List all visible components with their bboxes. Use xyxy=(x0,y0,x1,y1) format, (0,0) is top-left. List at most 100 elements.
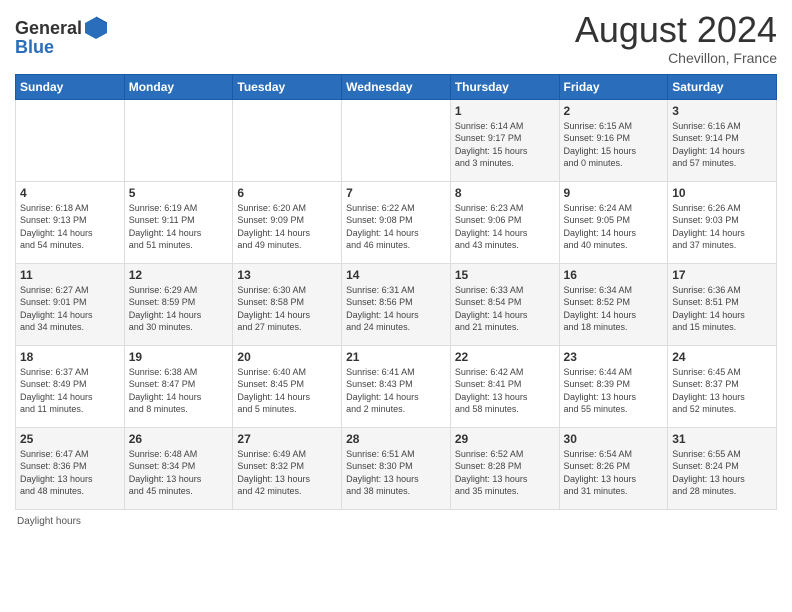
day-info: Sunrise: 6:55 AM Sunset: 8:24 PM Dayligh… xyxy=(672,448,772,498)
calendar-cell: 29Sunrise: 6:52 AM Sunset: 8:28 PM Dayli… xyxy=(450,427,559,509)
col-thursday: Thursday xyxy=(450,74,559,99)
day-info: Sunrise: 6:34 AM Sunset: 8:52 PM Dayligh… xyxy=(564,284,664,334)
day-info: Sunrise: 6:22 AM Sunset: 9:08 PM Dayligh… xyxy=(346,202,446,252)
day-info: Sunrise: 6:24 AM Sunset: 9:05 PM Dayligh… xyxy=(564,202,664,252)
day-number: 28 xyxy=(346,432,446,446)
calendar-cell: 2Sunrise: 6:15 AM Sunset: 9:16 PM Daylig… xyxy=(559,99,668,181)
header: General Blue August 2024 Chevillon, Fran… xyxy=(15,10,777,66)
day-info: Sunrise: 6:30 AM Sunset: 8:58 PM Dayligh… xyxy=(237,284,337,334)
col-monday: Monday xyxy=(124,74,233,99)
day-number: 11 xyxy=(20,268,120,282)
day-info: Sunrise: 6:31 AM Sunset: 8:56 PM Dayligh… xyxy=(346,284,446,334)
day-number: 17 xyxy=(672,268,772,282)
day-number: 15 xyxy=(455,268,555,282)
col-saturday: Saturday xyxy=(668,74,777,99)
day-info: Sunrise: 6:37 AM Sunset: 8:49 PM Dayligh… xyxy=(20,366,120,416)
calendar-cell: 18Sunrise: 6:37 AM Sunset: 8:49 PM Dayli… xyxy=(16,345,125,427)
day-number: 10 xyxy=(672,186,772,200)
calendar-cell: 3 Sunrise: 6:16 AM Sunset: 9:14 PM Daylig… xyxy=(668,99,777,181)
day-number: 24 xyxy=(672,350,772,364)
day-info: Sunrise: 6:29 AM Sunset: 8:59 PM Dayligh… xyxy=(129,284,229,334)
day-info: Sunrise: 6:16 AM Sunset: 9:14 PM Dayligh… xyxy=(672,120,772,170)
calendar-cell: 26 Sunrise: 6:48 AM Sunset: 8:34 PM Dayli… xyxy=(124,427,233,509)
col-friday: Friday xyxy=(559,74,668,99)
day-number: 8 xyxy=(455,186,555,200)
logo-blue-text: Blue xyxy=(15,37,54,58)
col-tuesday: Tuesday xyxy=(233,74,342,99)
day-info: Sunrise: 6:19 AM Sunset: 9:11 PM Dayligh… xyxy=(129,202,229,252)
calendar-cell: 10 Sunrise: 6:26 AM Sunset: 9:03 PM Dayli… xyxy=(668,181,777,263)
location: Chevillon, France xyxy=(575,50,777,66)
calendar-cell: 9 Sunrise: 6:24 AM Sunset: 9:05 PM Daylig… xyxy=(559,181,668,263)
day-number: 5 xyxy=(129,186,229,200)
calendar-cell: 17Sunrise: 6:36 AM Sunset: 8:51 PM Dayli… xyxy=(668,263,777,345)
day-number: 22 xyxy=(455,350,555,364)
day-number: 2 xyxy=(564,104,664,118)
calendar-cell: 13 Sunrise: 6:30 AM Sunset: 8:58 PM Dayli… xyxy=(233,263,342,345)
day-number: 26 xyxy=(129,432,229,446)
calendar-cell: 15Sunrise: 6:33 AM Sunset: 8:54 PM Dayli… xyxy=(450,263,559,345)
day-info: Sunrise: 6:51 AM Sunset: 8:30 PM Dayligh… xyxy=(346,448,446,498)
day-number: 19 xyxy=(129,350,229,364)
day-number: 7 xyxy=(346,186,446,200)
day-number: 21 xyxy=(346,350,446,364)
day-number: 12 xyxy=(129,268,229,282)
day-number: 1 xyxy=(455,104,555,118)
page-container: General Blue August 2024 Chevillon, Fran… xyxy=(0,0,792,537)
week-row-2: 4 Sunrise: 6:18 AM Sunset: 9:13 PM Daylig… xyxy=(16,181,777,263)
day-number: 16 xyxy=(564,268,664,282)
logo-general-text: General xyxy=(15,18,82,39)
logo-icon xyxy=(83,15,109,41)
day-number: 3 xyxy=(672,104,772,118)
calendar-cell: 12 Sunrise: 6:29 AM Sunset: 8:59 PM Dayli… xyxy=(124,263,233,345)
calendar-cell: 7 Sunrise: 6:22 AM Sunset: 9:08 PM Daylig… xyxy=(342,181,451,263)
calendar-cell: 1 Sunrise: 6:14 AM Sunset: 9:17 PM Daylig… xyxy=(450,99,559,181)
day-info: Sunrise: 6:18 AM Sunset: 9:13 PM Dayligh… xyxy=(20,202,120,252)
calendar-cell: 25Sunrise: 6:47 AM Sunset: 8:36 PM Dayli… xyxy=(16,427,125,509)
week-row-3: 11Sunrise: 6:27 AM Sunset: 9:01 PM Dayli… xyxy=(16,263,777,345)
calendar-cell xyxy=(342,99,451,181)
week-row-4: 18Sunrise: 6:37 AM Sunset: 8:49 PM Dayli… xyxy=(16,345,777,427)
calendar-cell: 6Sunrise: 6:20 AM Sunset: 9:09 PM Daylig… xyxy=(233,181,342,263)
calendar-cell: 22Sunrise: 6:42 AM Sunset: 8:41 PM Dayli… xyxy=(450,345,559,427)
day-info: Sunrise: 6:54 AM Sunset: 8:26 PM Dayligh… xyxy=(564,448,664,498)
daylight-label: Daylight hours xyxy=(17,516,81,527)
calendar-cell: 16 Sunrise: 6:34 AM Sunset: 8:52 PM Dayli… xyxy=(559,263,668,345)
calendar-cell: 19Sunrise: 6:38 AM Sunset: 8:47 PM Dayli… xyxy=(124,345,233,427)
calendar-cell xyxy=(124,99,233,181)
header-row: Sunday Monday Tuesday Wednesday Thursday… xyxy=(16,74,777,99)
day-info: Sunrise: 6:40 AM Sunset: 8:45 PM Dayligh… xyxy=(237,366,337,416)
day-info: Sunrise: 6:52 AM Sunset: 8:28 PM Dayligh… xyxy=(455,448,555,498)
day-info: Sunrise: 6:20 AM Sunset: 9:09 PM Dayligh… xyxy=(237,202,337,252)
calendar-cell: 24Sunrise: 6:45 AM Sunset: 8:37 PM Dayli… xyxy=(668,345,777,427)
day-number: 23 xyxy=(564,350,664,364)
calendar-cell xyxy=(233,99,342,181)
day-info: Sunrise: 6:23 AM Sunset: 9:06 PM Dayligh… xyxy=(455,202,555,252)
calendar-cell: 30 Sunrise: 6:54 AM Sunset: 8:26 PM Dayli… xyxy=(559,427,668,509)
day-number: 25 xyxy=(20,432,120,446)
day-number: 13 xyxy=(237,268,337,282)
title-block: August 2024 Chevillon, France xyxy=(575,10,777,66)
day-number: 27 xyxy=(237,432,337,446)
calendar-cell: 4 Sunrise: 6:18 AM Sunset: 9:13 PM Daylig… xyxy=(16,181,125,263)
day-number: 14 xyxy=(346,268,446,282)
day-number: 9 xyxy=(564,186,664,200)
week-row-1: 1 Sunrise: 6:14 AM Sunset: 9:17 PM Daylig… xyxy=(16,99,777,181)
calendar-cell: 28 Sunrise: 6:51 AM Sunset: 8:30 PM Dayli… xyxy=(342,427,451,509)
day-number: 20 xyxy=(237,350,337,364)
calendar-cell: 21Sunrise: 6:41 AM Sunset: 8:43 PM Dayli… xyxy=(342,345,451,427)
month-title: August 2024 xyxy=(575,10,777,50)
calendar-cell: 5 Sunrise: 6:19 AM Sunset: 9:11 PM Daylig… xyxy=(124,181,233,263)
calendar-body: 1 Sunrise: 6:14 AM Sunset: 9:17 PM Daylig… xyxy=(16,99,777,509)
calendar-cell: 14 Sunrise: 6:31 AM Sunset: 8:56 PM Dayli… xyxy=(342,263,451,345)
day-info: Sunrise: 6:26 AM Sunset: 9:03 PM Dayligh… xyxy=(672,202,772,252)
calendar-cell xyxy=(16,99,125,181)
day-info: Sunrise: 6:14 AM Sunset: 9:17 PM Dayligh… xyxy=(455,120,555,170)
day-info: Sunrise: 6:48 AM Sunset: 8:34 PM Dayligh… xyxy=(129,448,229,498)
day-number: 30 xyxy=(564,432,664,446)
day-number: 4 xyxy=(20,186,120,200)
calendar-cell: 27Sunrise: 6:49 AM Sunset: 8:32 PM Dayli… xyxy=(233,427,342,509)
calendar-cell: 23Sunrise: 6:44 AM Sunset: 8:39 PM Dayli… xyxy=(559,345,668,427)
calendar-cell: 31Sunrise: 6:55 AM Sunset: 8:24 PM Dayli… xyxy=(668,427,777,509)
week-row-5: 25Sunrise: 6:47 AM Sunset: 8:36 PM Dayli… xyxy=(16,427,777,509)
